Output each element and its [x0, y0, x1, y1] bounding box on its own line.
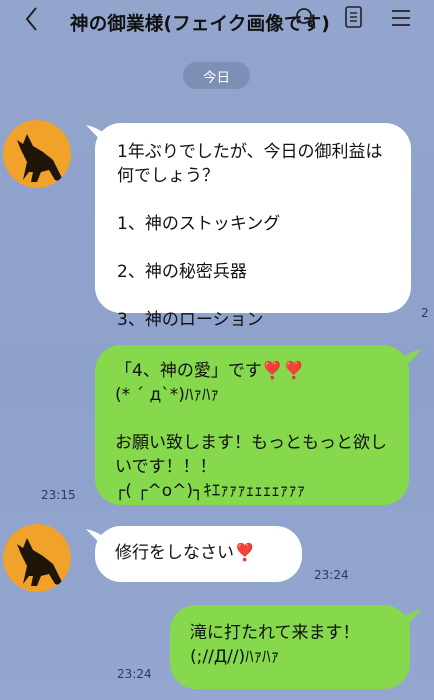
- message-bubble[interactable]: 1年ぶりでしたが、今日の御利益は何でしょう？ 1、神のストッキング 2、神の秘密…: [95, 123, 411, 330]
- notes-icon[interactable]: [343, 3, 365, 33]
- message-bubble[interactable]: 滝に打たれて来ます！ (;//Д//)ﾊｧﾊｧ: [170, 605, 410, 689]
- chat-header: 神の御業様(フェイク画像です): [0, 0, 434, 46]
- menu-icon[interactable]: [388, 3, 414, 33]
- message-time: 23:24: [117, 667, 152, 681]
- message-bubble[interactable]: 修行をしなさい❣️: [95, 526, 302, 582]
- message-bubble[interactable]: 「4、神の愛」です❣️❣️ (* ´ д`*)ﾊｧﾊｧ お願い致します！もっとも…: [95, 345, 409, 505]
- howling-wolf-icon: [3, 524, 71, 592]
- message-time: 2: [421, 306, 429, 320]
- message-time: 23:15: [41, 488, 76, 502]
- bubble-tail: [398, 349, 422, 370]
- message-time: 23:24: [314, 568, 349, 582]
- howling-wolf-icon: [3, 120, 71, 188]
- back-chevron-icon[interactable]: [20, 4, 44, 34]
- bubble-tail: [398, 609, 422, 630]
- avatar[interactable]: [3, 120, 71, 188]
- search-icon[interactable]: [293, 3, 319, 33]
- date-separator: 今日: [183, 62, 250, 89]
- avatar[interactable]: [3, 524, 71, 592]
- chat-title: 神の御業様(フェイク画像です): [70, 14, 331, 35]
